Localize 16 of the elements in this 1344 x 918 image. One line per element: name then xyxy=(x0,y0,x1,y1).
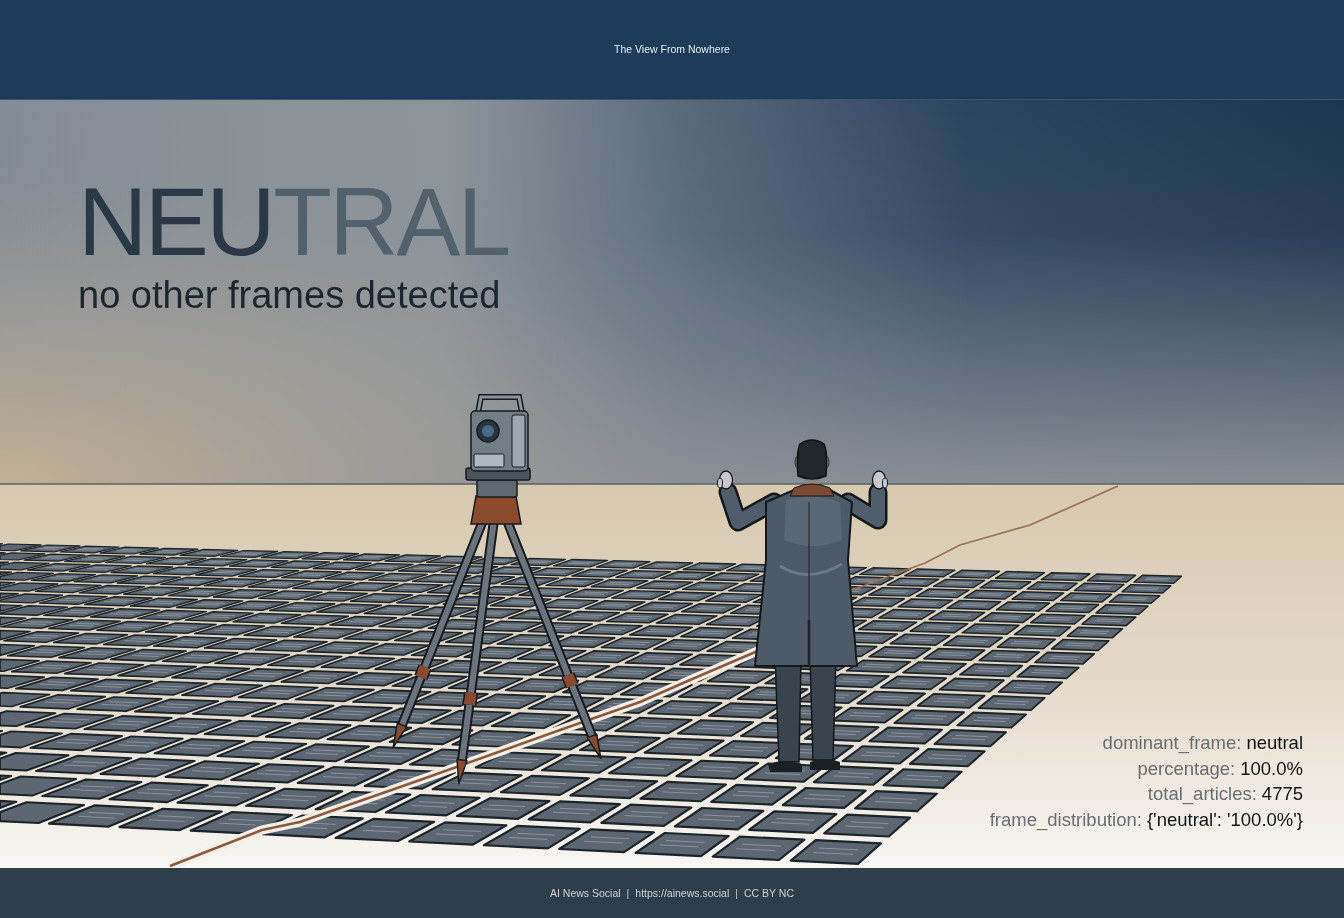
footer-text: https://ainews.social xyxy=(635,886,730,900)
stat-value: 4775 xyxy=(1261,782,1303,806)
stat-label: dominant_frame: xyxy=(1102,731,1242,756)
stat-label: total_articles: xyxy=(1147,782,1257,807)
subtitle: no other frames detected xyxy=(78,276,501,314)
stat-value: 100.0% xyxy=(1240,756,1303,781)
footer-text: CC BY NC xyxy=(744,886,794,900)
stat-value: neutral xyxy=(1246,731,1303,755)
stat-label: percentage: xyxy=(1137,756,1236,781)
separator: | xyxy=(626,886,630,900)
separator: | xyxy=(735,886,739,900)
stat-label: frame_distribution: xyxy=(989,807,1142,832)
footer-text: AI News Social xyxy=(550,886,621,900)
stat-value: {'neutral': '100.0%'} xyxy=(1146,807,1303,832)
headline: NEUTRAL xyxy=(78,174,509,270)
page-title: The View From Nowhere xyxy=(614,43,730,56)
